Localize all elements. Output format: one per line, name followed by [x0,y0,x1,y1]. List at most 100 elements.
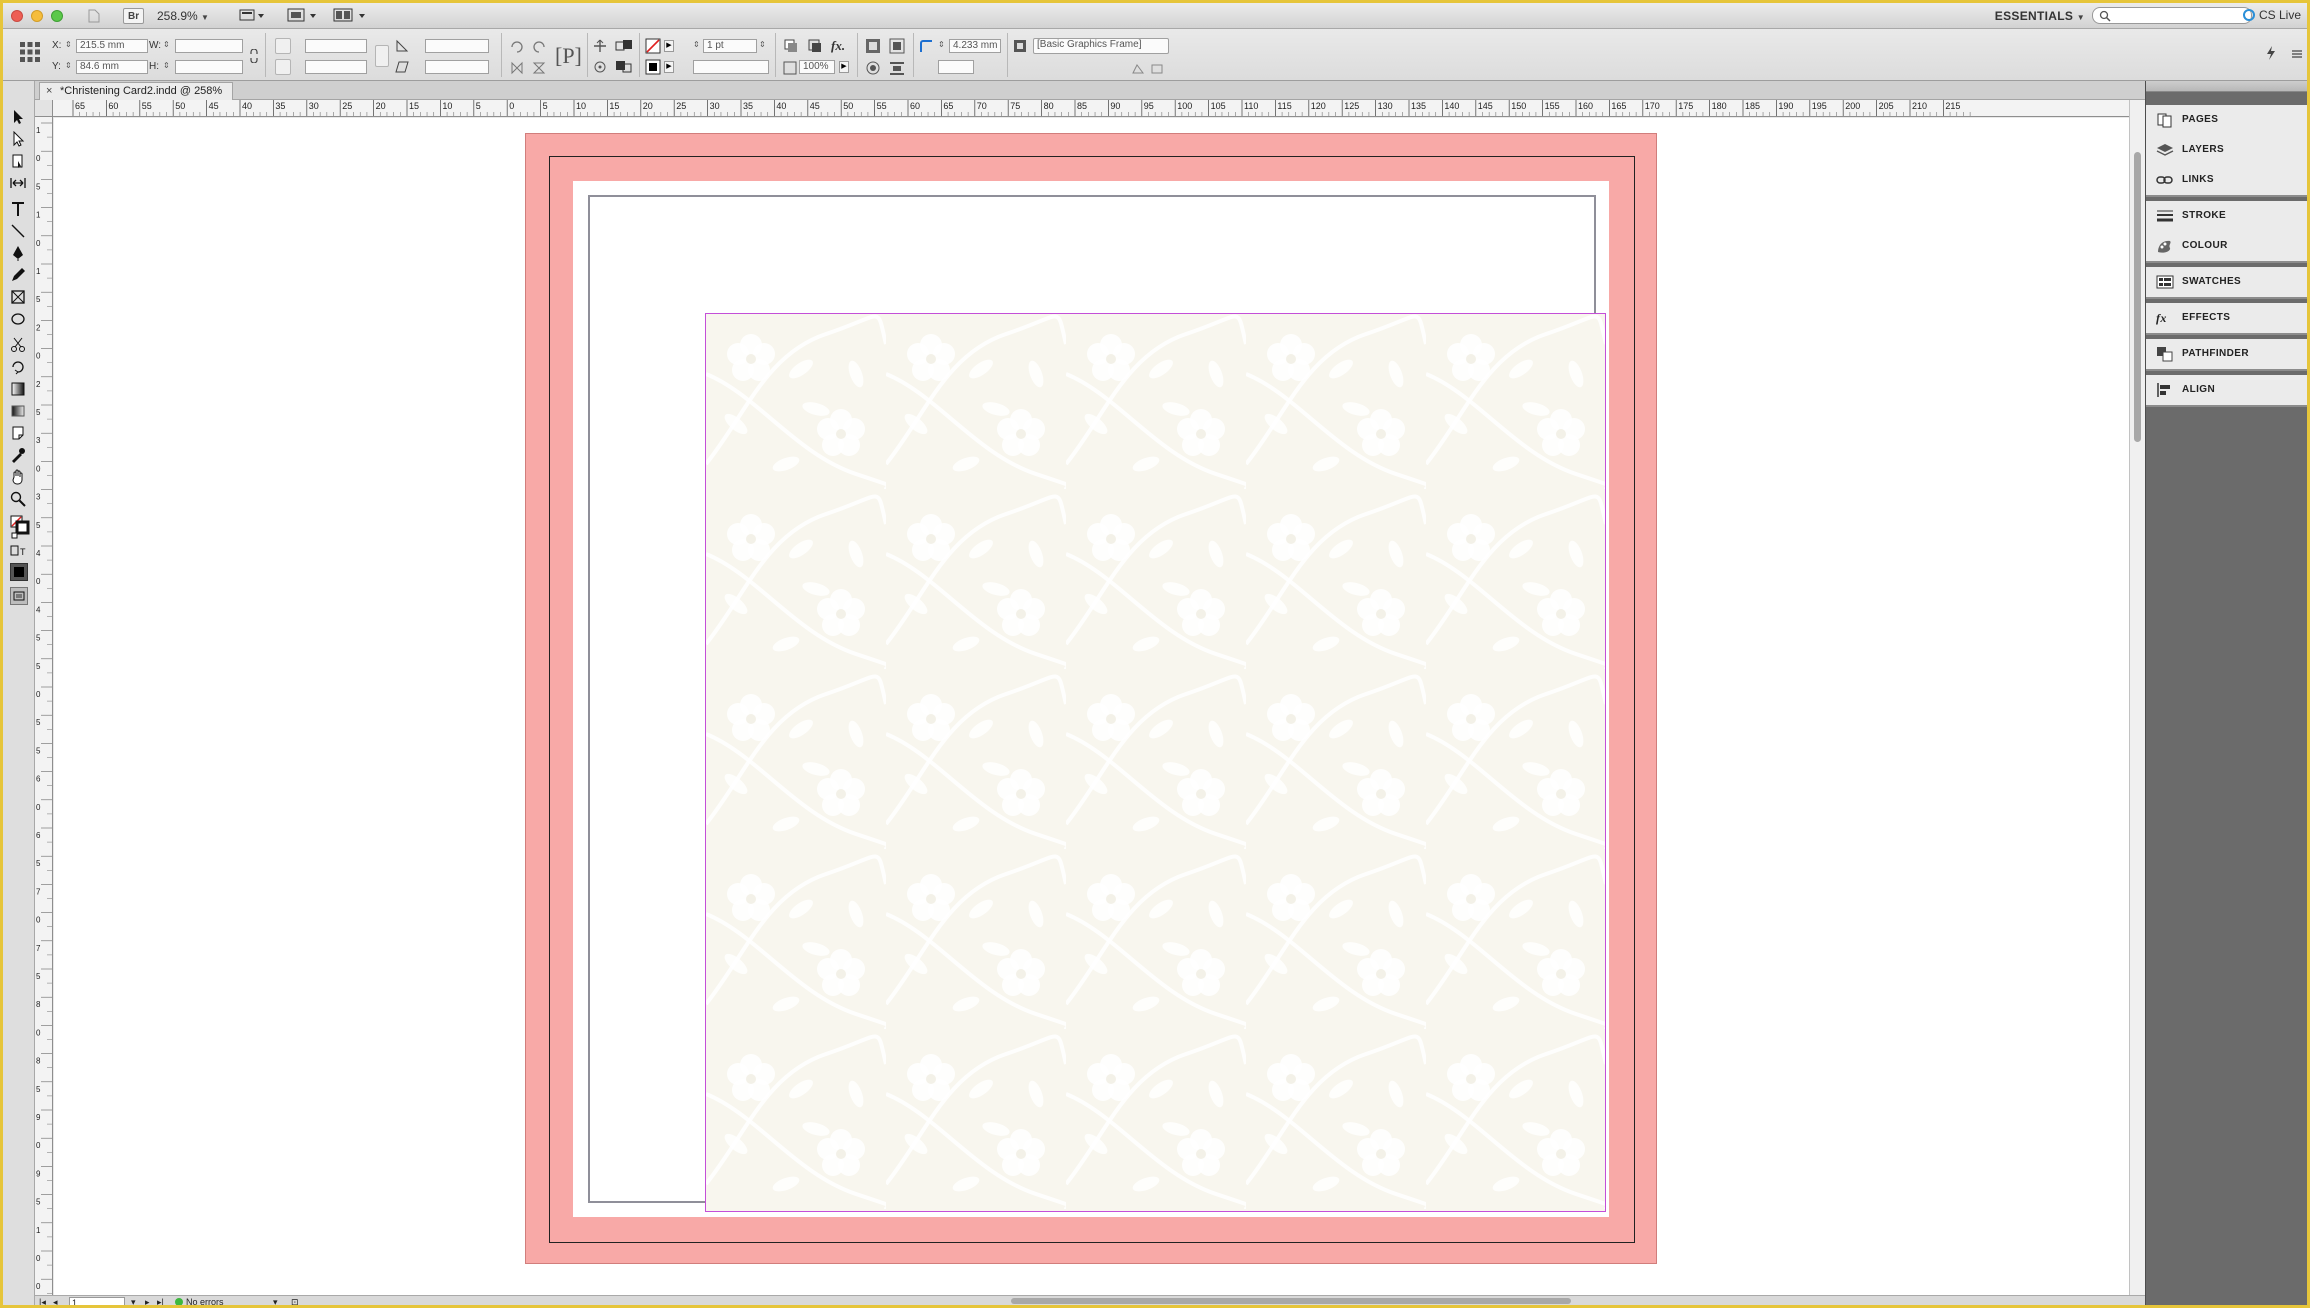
gradient-feather-tool[interactable] [10,403,28,419]
opacity-menu-arrow-icon[interactable]: ▶ [839,61,849,73]
fill-menu-arrow-icon[interactable]: ▶ [664,40,674,52]
reference-p-icon[interactable]: [P] [555,43,582,69]
horizontal-scroll-thumb[interactable] [1011,1298,1571,1304]
drop-shadow-icon[interactable] [783,38,799,59]
opacity-field[interactable]: 100% [799,60,835,74]
first-page-button[interactable]: |◂ [39,1297,46,1305]
stroke-weight-stepper-icon[interactable]: ⇕ [693,40,700,49]
y-stepper-icon[interactable]: ⇕ [65,61,72,70]
help-search-input[interactable] [2092,7,2252,24]
note-tool[interactable] [10,425,28,441]
horizontal-ruler[interactable]: 65 60 55 50 45 40 35 30 25 20 15 10 5 0 5 10 15 20 25 30 35 4… [53,100,2129,117]
corner-options-icon[interactable] [919,39,933,58]
w-stepper-icon[interactable]: ⇕ [163,40,170,49]
view-options-dropdown[interactable] [239,8,265,24]
constrain-proportions-icon[interactable] [249,48,259,68]
rotate-cw-icon[interactable] [509,39,525,60]
y-position-field[interactable]: 84.6 mm [76,60,148,74]
pathfinder-panel-tab[interactable]: PATHFINDER [2146,339,2307,369]
stroke-menu-arrow-icon[interactable]: ▶ [664,61,674,73]
scale-y-field[interactable] [305,60,367,74]
fx-button[interactable]: fx. [831,38,845,54]
ellipse-tool[interactable] [10,311,28,327]
x-stepper-icon[interactable]: ⇕ [65,40,72,49]
shear-icon[interactable] [395,60,409,79]
wrap-shape-icon[interactable] [865,60,881,81]
swatches-panel-tab[interactable]: SWATCHES [2146,267,2307,297]
close-icon[interactable]: × [46,83,52,99]
previous-page-button[interactable]: ◂ [53,1297,58,1305]
selection-tool[interactable] [10,109,28,125]
width-field[interactable] [175,39,243,53]
clear-attributes-icon[interactable] [1151,62,1165,80]
fill-stroke-swatches[interactable] [10,515,30,541]
pages-panel-tab[interactable]: PAGES [2146,105,2307,135]
page-tool[interactable] [10,153,28,169]
pen-tool[interactable] [10,245,28,261]
inner-frame[interactable] [588,195,1606,1212]
wrap-bounding-box-icon[interactable] [889,38,905,59]
document-tab[interactable]: × *Christening Card2.indd @ 258% [39,82,234,100]
flip-horizontal-icon[interactable] [509,60,525,81]
height-field[interactable] [175,60,243,74]
effects-panel-tab[interactable]: fx EFFECTS [2146,303,2307,333]
floral-pattern-frame[interactable] [705,313,1606,1212]
rotation-icon[interactable] [395,39,409,58]
control-panel-menu-icon[interactable] [2291,47,2303,65]
direct-selection-tool[interactable] [10,131,28,147]
select-content-icon[interactable] [593,60,607,79]
corner-size-stepper-icon[interactable]: ⇕ [938,40,945,49]
dock-header[interactable] [2146,81,2307,92]
scale-x-icon[interactable] [275,38,291,54]
scale-x-field[interactable] [305,39,367,53]
reference-point-icon[interactable] [19,41,41,68]
page-number-field[interactable]: 1 [69,1297,125,1305]
corner-size-field[interactable]: 4.233 mm [949,39,1001,53]
rectangle-frame-tool[interactable] [10,289,28,305]
ruler-origin[interactable] [35,100,53,117]
normal-view-mode-button[interactable] [10,587,28,605]
clear-overrides-icon[interactable] [1131,62,1145,80]
effects-icon[interactable] [807,38,823,59]
line-tool[interactable] [10,223,28,239]
h-stepper-icon[interactable]: ⇕ [163,61,170,70]
vertical-ruler[interactable]: 1051015202530354045505560657075808590951… [35,117,53,1295]
close-window-button[interactable] [11,10,23,22]
gap-tool[interactable] [10,175,28,191]
flip-vertical-icon[interactable] [531,60,547,81]
bridge-button[interactable]: Br [123,8,145,24]
align-panel-tab[interactable]: ALIGN [2146,375,2307,405]
scissors-tool[interactable] [10,337,28,353]
gradient-swatch-tool[interactable] [10,381,28,397]
hand-tool[interactable] [10,469,28,485]
stroke-swatch-black-icon[interactable] [645,59,661,80]
document-canvas[interactable] [54,118,2129,1295]
select-previous-object-icon[interactable] [615,39,633,58]
maximize-window-button[interactable] [51,10,63,22]
select-container-icon[interactable] [593,39,607,58]
horizontal-scrollbar[interactable] [335,1298,2145,1305]
apply-color-button[interactable] [10,563,28,581]
workspace-switcher[interactable]: ESSENTIALS ▼ [1995,9,2085,23]
wrap-none-icon[interactable] [865,38,881,59]
arrange-documents-dropdown[interactable] [333,8,367,24]
preflight-status[interactable]: No errors [175,1297,224,1305]
cs-live-button[interactable]: CS Live [2242,8,2301,22]
zoom-tool[interactable] [10,491,28,507]
preflight-menu-chevron-icon[interactable]: ▾ [273,1297,278,1305]
scale-y-icon[interactable] [275,59,291,75]
wrap-jump-icon[interactable] [889,60,905,81]
last-page-button[interactable]: ▸| [157,1297,164,1305]
formatting-affects-container[interactable]: T [10,545,28,561]
rotation-angle-field[interactable] [425,39,489,53]
links-panel-tab[interactable]: LINKS [2146,165,2307,195]
free-transform-tool[interactable] [10,359,28,375]
pencil-tool[interactable] [10,267,28,283]
zoom-level-dropdown[interactable]: 258.9% ▼ [157,8,209,24]
stroke-panel-tab[interactable]: STROKE [2146,201,2307,231]
vertical-scroll-thumb[interactable] [2134,152,2141,442]
vertical-scrollbar[interactable] [2129,100,2145,1295]
minimize-window-button[interactable] [31,10,43,22]
page-menu-chevron-icon[interactable]: ▾ [131,1297,136,1305]
next-page-button[interactable]: ▸ [145,1297,150,1305]
